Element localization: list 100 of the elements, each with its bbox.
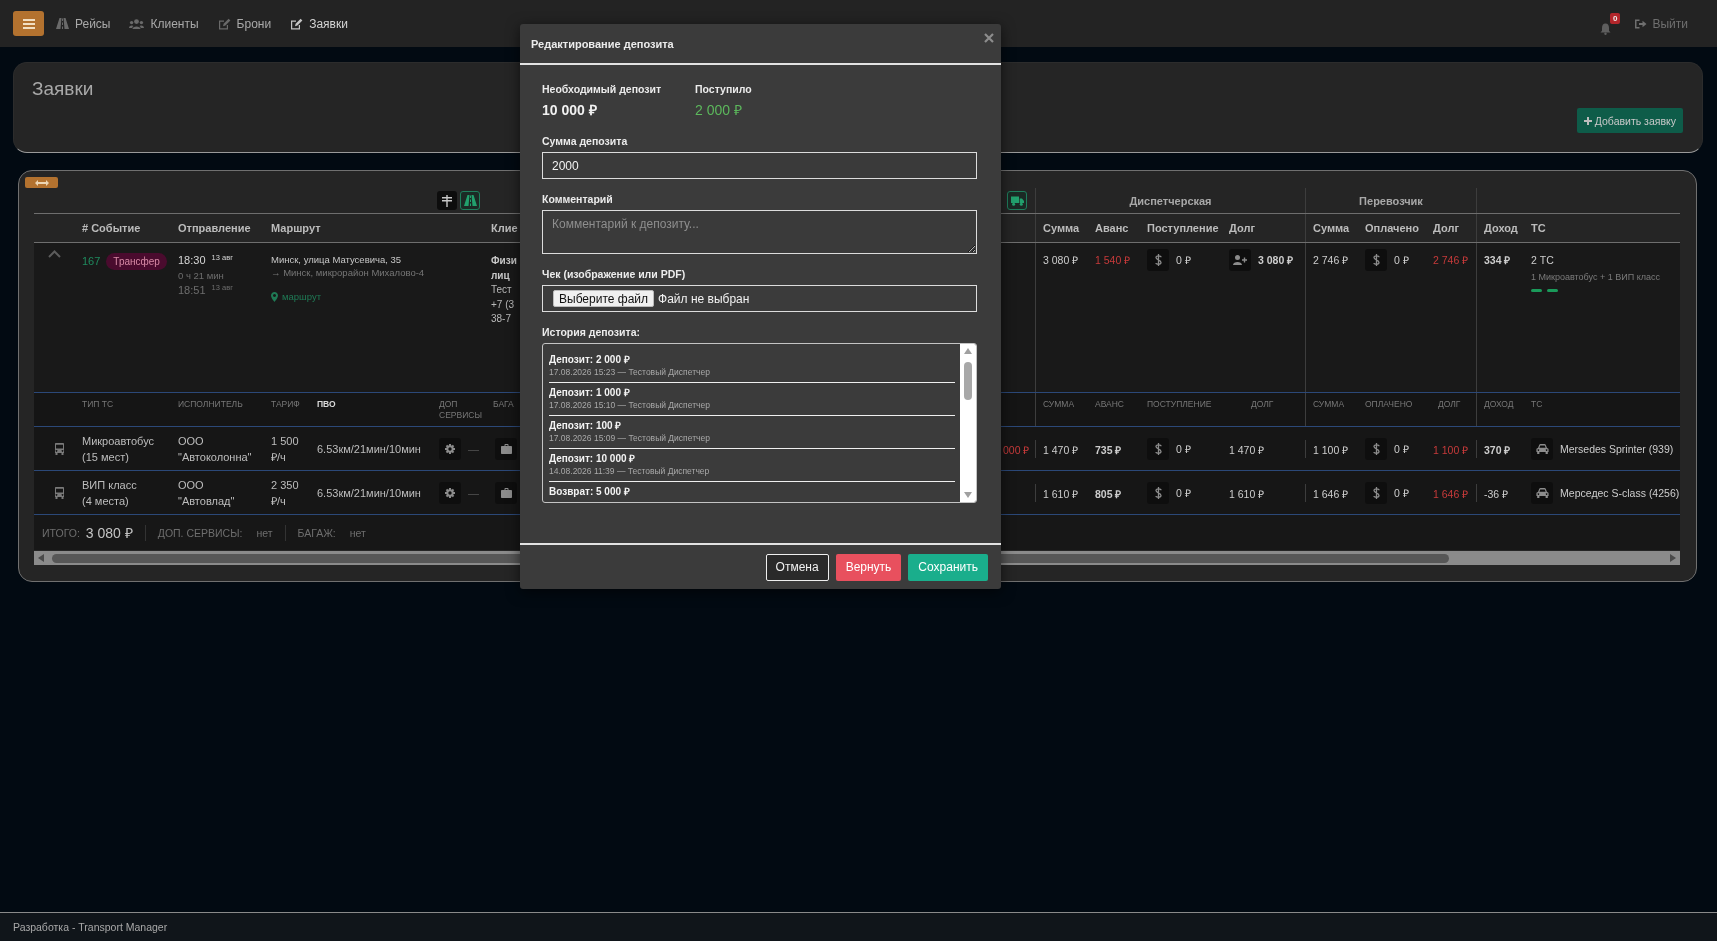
footer-text: Разработка - Transport Manager — [13, 921, 168, 933]
amount-cell: 0 ₽ — [1176, 485, 1191, 500]
client-info: Тест — [491, 283, 512, 297]
column-header: ТАРИФ — [271, 399, 300, 409]
total-value: 3 080 ₽ — [85, 524, 133, 542]
column-header: Сумма — [1043, 222, 1080, 234]
total-label: ИТОГО: — [42, 526, 80, 539]
amount-cell: 1 100 ₽ — [1313, 443, 1349, 456]
column-header: Сумма — [1313, 222, 1350, 234]
column-header: Оплачено — [1365, 222, 1419, 234]
route-origin: Минск, улица Матусевича, 35 — [271, 253, 403, 266]
amount-cell: 0 ₽ — [1394, 485, 1409, 500]
amount-cell: 735 ₽ — [1095, 443, 1122, 456]
amount-cell: 1 470 ₽ — [1229, 443, 1265, 456]
file-status-text: Файл не выбран — [658, 291, 750, 306]
column-header: ДОП СЕРВИСЫ — [439, 399, 482, 420]
column-header: ПВО — [317, 399, 336, 409]
amount-cell: 1 610 ₽ — [1229, 487, 1265, 500]
services-value: — — [468, 485, 479, 501]
total-value: нет — [256, 526, 273, 539]
vehicle-summary: 1 Микроавтобус + 1 ВИП класс — [1531, 271, 1661, 283]
history-entry-details: 17.08.2026 15:23 — Тестовый Диспетчер — [549, 366, 711, 378]
field-label: Поступило — [695, 83, 753, 95]
amount-cell: 000 ₽ — [1003, 443, 1030, 456]
amount-cell: 1 100 ₽ — [1433, 443, 1469, 456]
column-header: БАГА — [493, 399, 514, 409]
column-header: ПОСТУПЛЕНИЕ — [1147, 399, 1212, 409]
column-header: Доход — [1484, 222, 1518, 234]
notification-badge: 0 — [1610, 12, 1621, 24]
column-header: ОПЛАЧЕНО — [1365, 399, 1413, 409]
deposit-amount: 2 000 ₽ — [695, 102, 743, 119]
column-group-header: Перевозчик — [1359, 194, 1423, 207]
amount-cell: 805 ₽ — [1095, 487, 1122, 500]
client-info: лиц — [491, 268, 510, 283]
amount-cell: 3 080 ₽ — [1258, 253, 1294, 267]
column-header: СУММА — [1043, 399, 1075, 409]
field-label: Комментарий — [542, 193, 614, 205]
column-group-header: Диспетчерская — [1129, 194, 1212, 207]
arrival-time: 18:51 $^{13 авг}$ — [178, 283, 234, 298]
tariff-text: 1 500 ₽/ч — [271, 433, 300, 465]
column-header: Долг — [1229, 222, 1255, 234]
field-label: Сумма депозита — [542, 135, 629, 147]
contractor-name: ООО "Автовлад" — [178, 477, 235, 509]
dialog-title: Редактирование депозита — [531, 37, 674, 50]
client-info: Физи — [491, 254, 517, 268]
amount-cell: -36 ₽ — [1484, 487, 1509, 500]
column-header: ДОЛГ — [1251, 399, 1274, 409]
column-header: Отправление — [178, 222, 251, 234]
amount-cell: 0 ₽ — [1176, 441, 1191, 456]
history-entry-details: 17.08.2026 15:09 — Тестовый Диспетчер — [549, 432, 711, 444]
column-header: ТС — [1531, 222, 1546, 234]
amount-cell: 0 ₽ — [1176, 253, 1191, 267]
route-destination: → Минск, микрорайон Михалово-4 — [271, 266, 426, 279]
event-badge: Трансфер — [106, 253, 167, 270]
vehicle-name: Mersedes Sprinter (939) — [1560, 442, 1674, 455]
history-entry-title: Депозит: 100 ₽ — [549, 419, 623, 432]
field-label: История депозита: — [542, 326, 641, 338]
column-header: ТС — [1531, 399, 1543, 409]
column-header: Маршрут — [271, 222, 321, 234]
history-entry-title: Депозит: 2 000 ₽ — [549, 353, 631, 366]
route-metrics: 6.53км/21мин/10мин — [317, 442, 421, 455]
amount-cell: 3 080 ₽ — [1043, 253, 1079, 267]
vehicle-capacity: (4 места) — [82, 493, 130, 509]
client-info: +7 (3 — [491, 297, 515, 312]
client-info: 38-7 — [491, 312, 511, 326]
amount-cell: 1 540 ₽ — [1095, 253, 1131, 267]
trip-duration: 0 ч 21 мин — [178, 269, 225, 283]
history-entry-details: 17.08.2026 15:10 — Тестовый Диспетчер — [549, 399, 711, 411]
column-header: Поступление — [1147, 222, 1219, 234]
column-header: Аванс — [1095, 222, 1129, 234]
column-header: ДОХОД — [1484, 399, 1514, 409]
column-header: Долг — [1433, 222, 1459, 234]
route-metrics: 6.53км/21мин/10мин — [317, 486, 421, 499]
column-header: СУММА — [1313, 399, 1345, 409]
column-header: АВАНС — [1095, 399, 1124, 409]
amount-cell: 1 646 ₽ — [1433, 487, 1469, 500]
field-label: Чек (изображение или PDF) — [542, 268, 687, 280]
amount-cell: 1 646 ₽ — [1313, 487, 1349, 500]
amount-cell: 2 746 ₽ — [1313, 253, 1349, 267]
column-header: ИСПОЛНИТЕЛЬ — [178, 399, 243, 409]
history-entry-title: Возврат: 5 000 ₽ — [549, 485, 631, 498]
page-title: Заявки — [32, 78, 94, 100]
amount-cell: 1 610 ₽ — [1043, 487, 1079, 500]
history-entry-title: Депозит: 10 000 ₽ — [549, 452, 637, 465]
total-label: ДОП. СЕРВИСЫ: — [157, 526, 243, 539]
amount-cell: 0 ₽ — [1394, 253, 1409, 267]
vehicle-type: ВИП класс — [82, 477, 138, 493]
amount-cell: 334 ₽ — [1484, 253, 1511, 267]
departure-time: 18:30 $^{13 авг}$ — [178, 253, 234, 268]
amount-cell: 0 ₽ — [1394, 441, 1409, 456]
history-entry-details: 14.08.2026 11:39 — Тестовый Диспетчер — [549, 465, 711, 477]
deposit-amount: 10 000 ₽ — [542, 102, 598, 119]
field-label: Необходимый депозит — [542, 83, 663, 95]
amount-cell: 1 470 ₽ — [1043, 443, 1079, 456]
column-header: ДОЛГ — [1438, 399, 1461, 409]
contractor-name: ООО "Автоколонна" — [178, 433, 252, 465]
column-header: Клие — [491, 222, 518, 234]
amount-cell: 370 ₽ — [1484, 443, 1511, 456]
amount-cell: 2 746 ₽ — [1433, 253, 1469, 267]
column-header: ТИП ТС — [82, 399, 114, 409]
